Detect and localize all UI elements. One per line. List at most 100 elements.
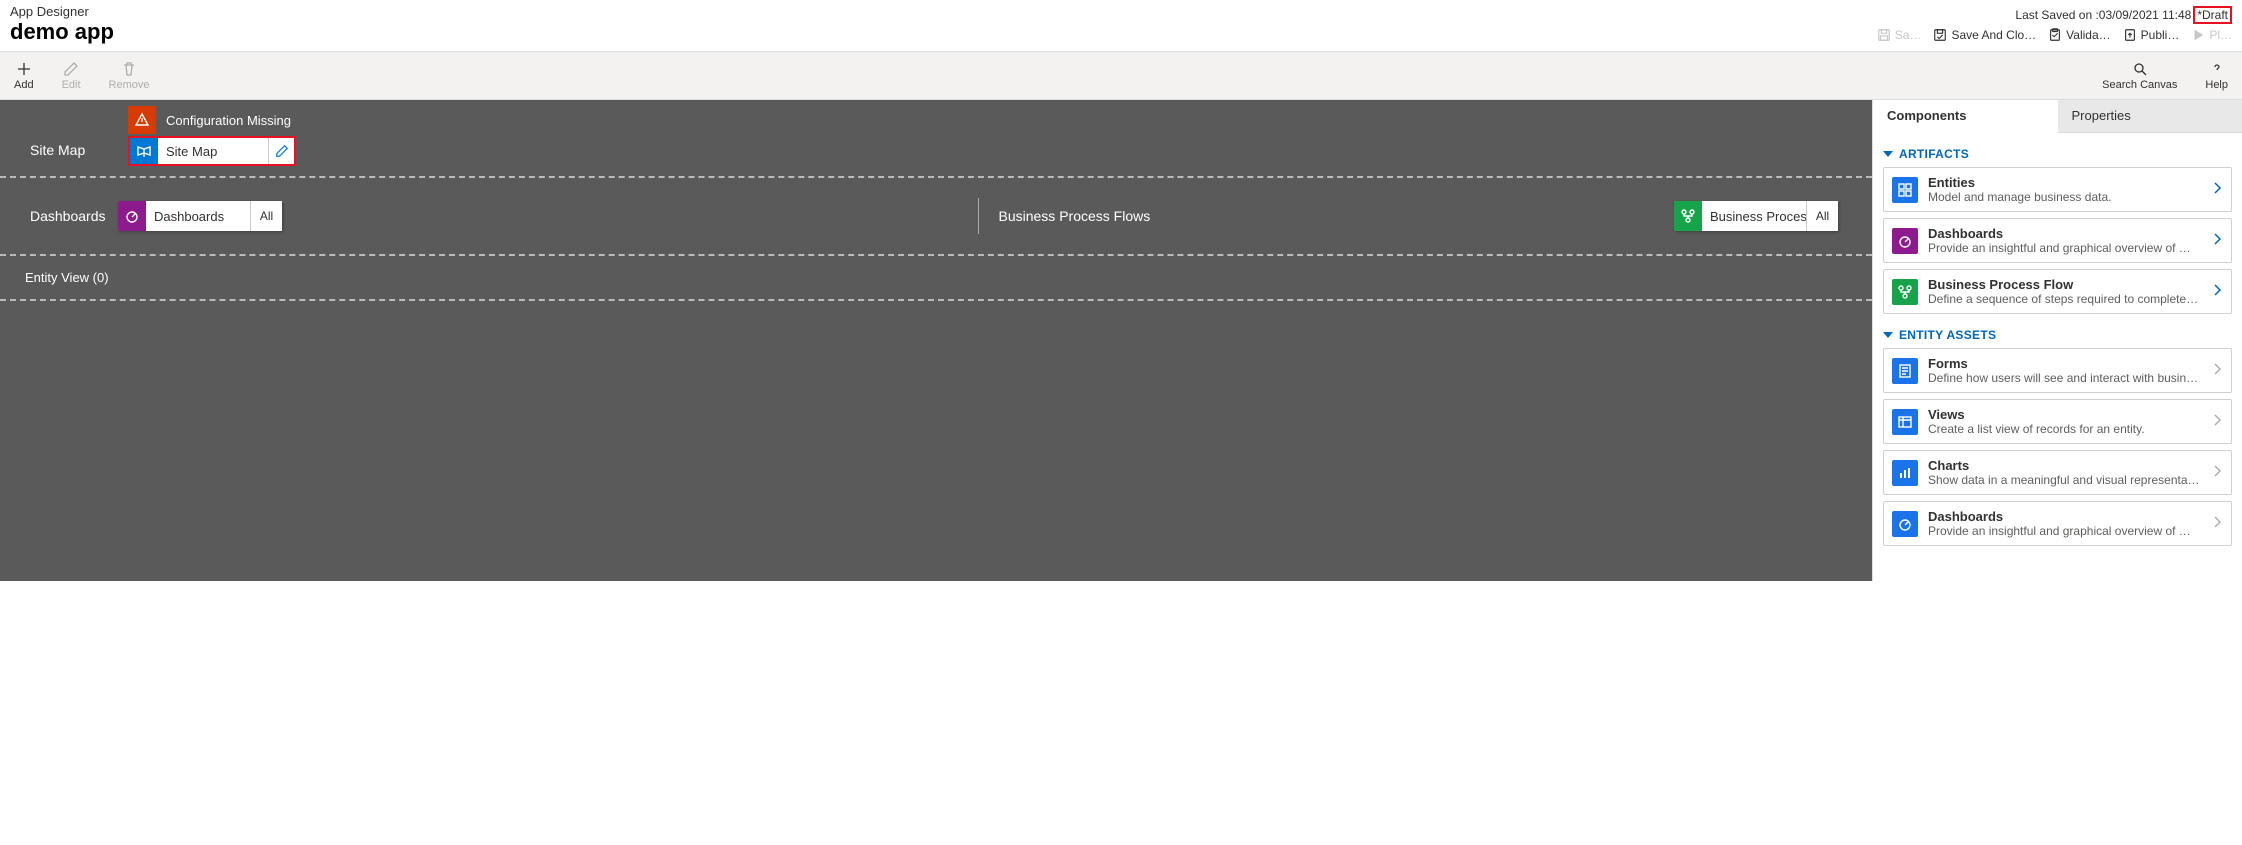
dashboard-icon	[1892, 511, 1918, 537]
warning-icon	[128, 106, 156, 134]
bpf-tile-group: Business Proces… All	[1674, 201, 1872, 231]
tab-properties[interactable]: Properties	[2058, 100, 2242, 133]
group-artifacts-header[interactable]: ARTIFACTS	[1883, 139, 2232, 167]
app-designer-label: App Designer	[10, 4, 114, 19]
side-panel: Components Properties ARTIFACTS Entities…	[1872, 100, 2242, 581]
side-panel-body: ARTIFACTS Entities Model and manage busi…	[1873, 133, 2242, 558]
entity-view-section[interactable]: Entity View (0)	[0, 256, 1872, 301]
publish-icon	[2123, 28, 2137, 42]
views-icon	[1892, 409, 1918, 435]
play-label: Pl…	[2209, 28, 2232, 42]
play-button[interactable]: Pl…	[2191, 28, 2232, 42]
sitemap-edit-button[interactable]	[268, 138, 294, 164]
divider	[978, 198, 979, 234]
play-icon	[2191, 28, 2205, 42]
help-button[interactable]: Help	[2205, 61, 2228, 91]
last-saved-prefix: Last Saved on :	[2015, 8, 2098, 22]
dashboards-tile[interactable]: Dashboards All	[118, 201, 282, 231]
search-canvas-button[interactable]: Search Canvas	[2102, 61, 2177, 91]
chevron-right-icon	[2213, 282, 2223, 301]
group-artifacts-label: ARTIFACTS	[1899, 147, 1969, 161]
dashboards-count-button[interactable]: All	[250, 201, 282, 231]
chevron-right-icon	[2213, 412, 2223, 431]
sitemap-icon	[130, 138, 158, 164]
card-entities-desc: Model and manage business data.	[1928, 190, 2203, 204]
configuration-missing-label: Configuration Missing	[166, 113, 291, 128]
card-views-desc: Create a list view of records for an ent…	[1928, 422, 2203, 436]
canvas-empty-area	[0, 301, 1872, 581]
add-button[interactable]: Add	[14, 61, 34, 91]
card-bpf[interactable]: Business Process Flow Define a sequence …	[1883, 269, 2232, 314]
dashboard-icon	[1892, 228, 1918, 254]
dashboards-column: Dashboards Dashboards All	[30, 201, 282, 231]
card-dashboards-artifact-desc: Provide an insightful and graphical over…	[1928, 241, 2203, 255]
dashboards-bpf-section: Dashboards Dashboards All Business Proce…	[0, 178, 1872, 256]
top-header: App Designer demo app Last Saved on : 03…	[0, 0, 2242, 52]
tab-components[interactable]: Components	[1873, 100, 2058, 133]
validate-label: Valida…	[2066, 28, 2110, 42]
edit-label: Edit	[62, 79, 81, 91]
chevron-right-icon	[2213, 231, 2223, 250]
bpf-tile[interactable]: Business Proces… All	[1674, 201, 1838, 231]
card-bpf-title: Business Process Flow	[1928, 277, 2203, 292]
remove-label: Remove	[109, 79, 150, 91]
help-label: Help	[2205, 79, 2228, 91]
dashboards-tile-label: Dashboards	[146, 201, 250, 231]
flow-icon	[1674, 201, 1702, 231]
chevron-right-icon	[2213, 514, 2223, 533]
card-dashboards-artifact[interactable]: Dashboards Provide an insightful and gra…	[1883, 218, 2232, 263]
card-dashboards-asset-desc: Provide an insightful and graphical over…	[1928, 524, 2203, 538]
validate-button[interactable]: Valida…	[2048, 28, 2110, 42]
card-views[interactable]: Views Create a list view of records for …	[1883, 399, 2232, 444]
card-dashboards-asset[interactable]: Dashboards Provide an insightful and gra…	[1883, 501, 2232, 546]
card-entities[interactable]: Entities Model and manage business data.	[1883, 167, 2232, 212]
bpf-tile-label: Business Proces…	[1702, 201, 1806, 231]
toolbar-right: Search Canvas Help	[2102, 61, 2228, 91]
entity-view-label: Entity View (0)	[25, 270, 109, 285]
form-icon	[1892, 358, 1918, 384]
chevron-right-icon	[2213, 463, 2223, 482]
bpf-count-button[interactable]: All	[1806, 201, 1838, 231]
chart-icon	[1892, 460, 1918, 486]
sitemap-section-label: Site Map	[30, 142, 85, 158]
save-label: Sa…	[1895, 28, 1922, 42]
validate-icon	[2048, 28, 2062, 42]
sitemap-tile-label: Site Map	[158, 138, 268, 164]
last-saved-value: 03/09/2021 11:48	[2099, 8, 2192, 22]
chevron-down-icon	[1883, 330, 1893, 340]
save-close-icon	[1933, 28, 1947, 42]
dashboards-section-label: Dashboards	[30, 208, 118, 224]
save-close-label: Save And Clo…	[1951, 28, 2036, 42]
trash-icon	[121, 61, 137, 77]
entities-icon	[1892, 177, 1918, 203]
add-label: Add	[14, 79, 34, 91]
publish-label: Publi…	[2141, 28, 2180, 42]
group-assets-header[interactable]: ENTITY ASSETS	[1883, 320, 2232, 348]
card-bpf-desc: Define a sequence of steps required to c…	[1928, 292, 2203, 306]
command-bar: Sa… Save And Clo… Valida… Publi… Pl…	[1877, 28, 2232, 42]
card-dashboards-asset-title: Dashboards	[1928, 509, 2203, 524]
group-assets-label: ENTITY ASSETS	[1899, 328, 1996, 342]
card-entities-title: Entities	[1928, 175, 2203, 190]
card-charts-desc: Show data in a meaningful and visual rep…	[1928, 473, 2203, 487]
app-title: demo app	[10, 19, 114, 45]
toolbar-left: Add Edit Remove	[14, 61, 150, 91]
card-forms-title: Forms	[1928, 356, 2203, 371]
card-dashboards-artifact-title: Dashboards	[1928, 226, 2203, 241]
card-views-title: Views	[1928, 407, 2203, 422]
search-icon	[2132, 61, 2148, 77]
card-charts[interactable]: Charts Show data in a meaningful and vis…	[1883, 450, 2232, 495]
save-and-close-button[interactable]: Save And Clo…	[1933, 28, 2036, 42]
header-right: Last Saved on : 03/09/2021 11:48 *Draft …	[1877, 6, 2232, 42]
toolbar: Add Edit Remove Search Canvas Help	[0, 52, 2242, 100]
header-left: App Designer demo app	[10, 4, 114, 45]
save-button[interactable]: Sa…	[1877, 28, 1922, 42]
card-forms[interactable]: Forms Define how users will see and inte…	[1883, 348, 2232, 393]
publish-button[interactable]: Publi…	[2123, 28, 2180, 42]
sitemap-tile[interactable]: Site Map	[128, 136, 296, 166]
chevron-down-icon	[1883, 149, 1893, 159]
pencil-icon	[63, 61, 79, 77]
remove-button: Remove	[109, 61, 150, 91]
sitemap-section: Configuration Missing Site Map Site Map	[0, 100, 1872, 178]
draft-badge: *Draft	[2193, 6, 2232, 24]
